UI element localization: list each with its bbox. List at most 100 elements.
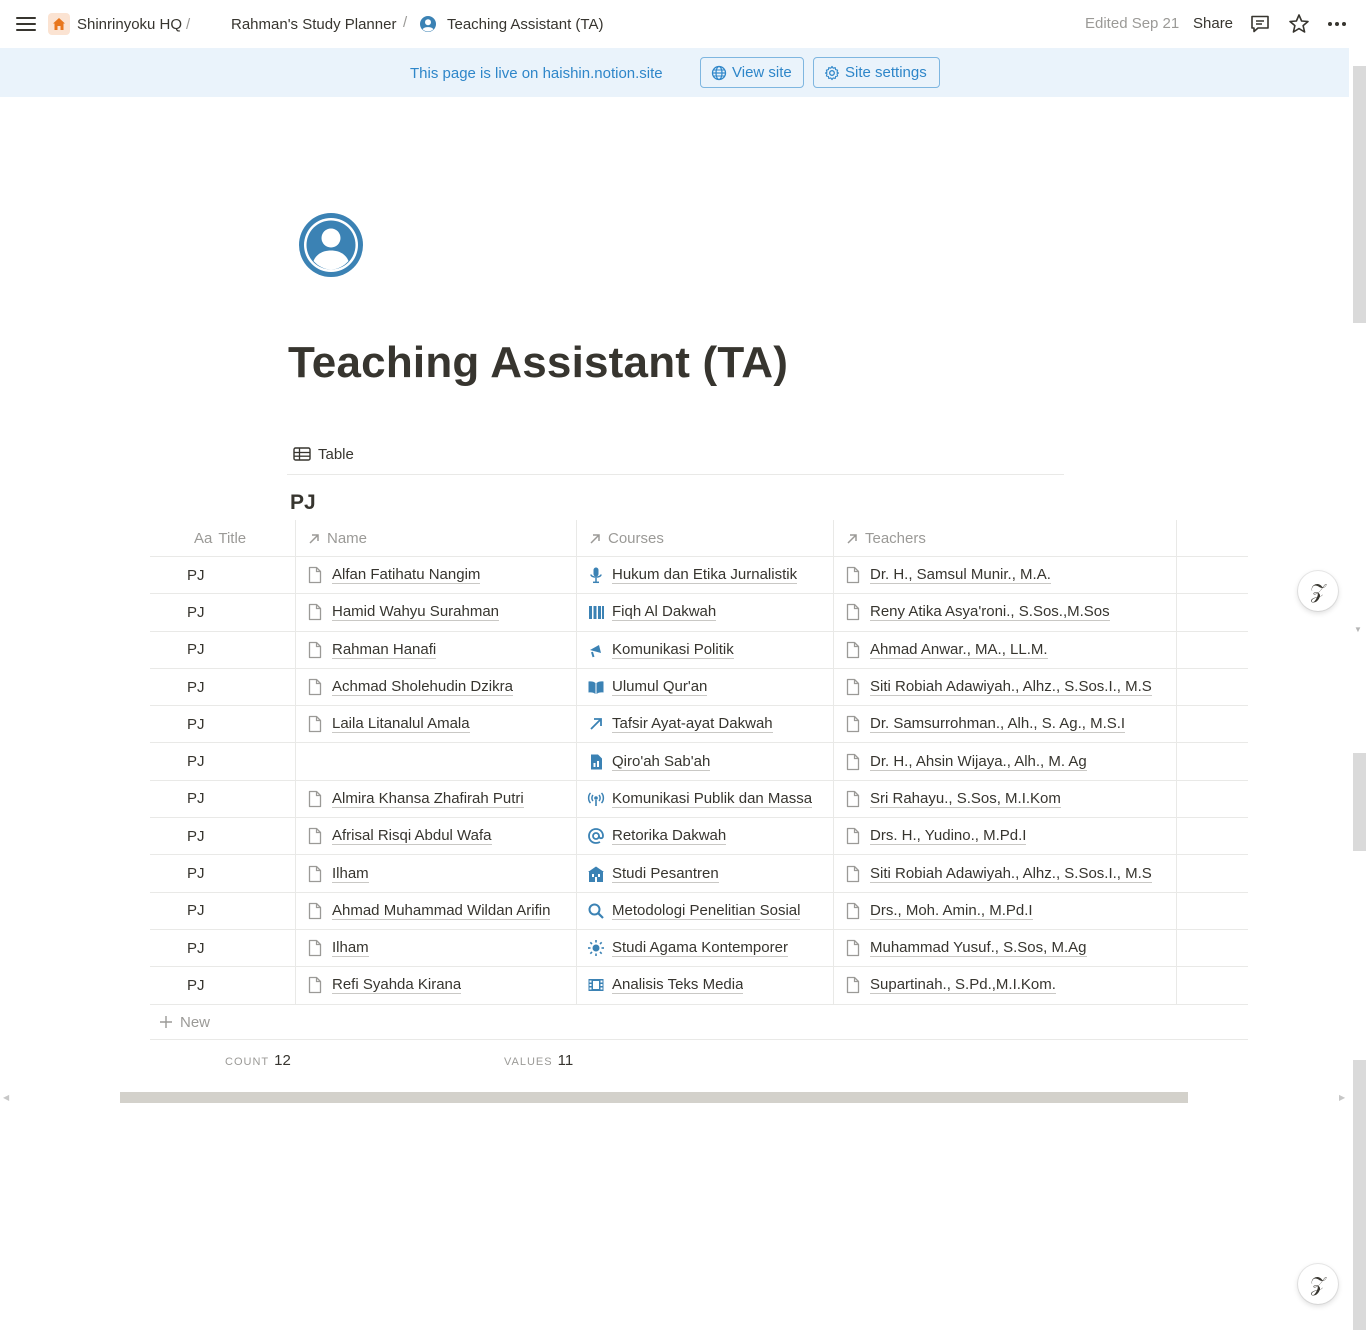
- relation-link-teacher[interactable]: Ahmad Anwar., MA., LL.M.: [870, 641, 1048, 659]
- new-row-button[interactable]: New: [159, 1014, 210, 1031]
- course-cell[interactable]: Komunikasi Publik dan Massa: [587, 781, 813, 817]
- share-button[interactable]: Share: [1193, 15, 1233, 32]
- course-cell[interactable]: Analisis Teks Media: [587, 967, 744, 1003]
- relation-link-course[interactable]: Retorika Dakwah: [612, 827, 727, 846]
- breadcrumb-current[interactable]: Teaching Assistant (TA): [419, 14, 603, 34]
- relation-link-name[interactable]: Refi Syahda Kirana: [332, 976, 462, 995]
- course-cell[interactable]: Studi Agama Kontemporer: [587, 930, 788, 966]
- course-cell[interactable]: Studi Pesantren: [587, 855, 719, 891]
- teacher-cell[interactable]: Siti Robiah Adawiyah., Alhz., S.Sos.I., …: [845, 855, 1152, 891]
- title-cell[interactable]: PJ: [187, 632, 205, 668]
- column-header-name[interactable]: Name: [307, 530, 367, 547]
- relation-link-name[interactable]: Ilham: [332, 939, 369, 958]
- teacher-cell[interactable]: Reny Atika Asya'roni., S.Sos.,M.Sos: [845, 594, 1110, 630]
- comment-icon[interactable]: [1249, 13, 1271, 35]
- relation-link-name[interactable]: Almira Khansa Zhafirah Putri: [332, 790, 524, 808]
- title-cell[interactable]: PJ: [187, 557, 205, 593]
- name-cell[interactable]: Ilham: [307, 930, 369, 966]
- title-cell[interactable]: PJ: [187, 594, 205, 630]
- relation-link-name[interactable]: Ilham: [332, 865, 369, 883]
- course-cell[interactable]: Retorika Dakwah: [587, 818, 727, 854]
- group-header[interactable]: PJ: [290, 491, 316, 515]
- course-cell[interactable]: Ulumul Qur'an: [587, 669, 708, 705]
- title-cell[interactable]: PJ: [187, 743, 205, 779]
- relation-link-teacher[interactable]: Siti Robiah Adawiyah., Alhz., S.Sos.I., …: [870, 865, 1152, 883]
- relation-link-course[interactable]: Ulumul Qur'an: [612, 678, 708, 697]
- name-cell[interactable]: Hamid Wahyu Surahman: [307, 594, 500, 630]
- relation-link-teacher[interactable]: Dr. H., Samsul Munir., M.A.: [870, 566, 1051, 585]
- view-site-button[interactable]: View site: [700, 57, 804, 88]
- page-title[interactable]: Teaching Assistant (TA): [288, 338, 788, 388]
- breadcrumb-planner[interactable]: Rahman's Study Planner: [231, 14, 396, 34]
- title-cell[interactable]: PJ: [187, 855, 205, 891]
- column-header-courses[interactable]: Courses: [588, 530, 664, 547]
- teacher-cell[interactable]: Drs., Moh. Amin., M.Pd.I: [845, 893, 1033, 929]
- relation-link-name[interactable]: Afrisal Risqi Abdul Wafa: [332, 827, 492, 846]
- teacher-cell[interactable]: Supartinah., S.Pd.,M.I.Kom.: [845, 967, 1056, 1003]
- title-cell[interactable]: PJ: [187, 967, 205, 1003]
- calculation-count[interactable]: COUNT 12: [225, 1052, 291, 1069]
- title-cell[interactable]: PJ: [187, 818, 205, 854]
- title-cell[interactable]: PJ: [187, 706, 205, 742]
- teacher-cell[interactable]: Ahmad Anwar., MA., LL.M.: [845, 632, 1048, 668]
- relation-link-teacher[interactable]: Dr. H., Ahsin Wijaya., Alh., M. Ag: [870, 753, 1087, 771]
- calculation-values[interactable]: VALUES 11: [504, 1052, 573, 1069]
- name-cell[interactable]: Refi Syahda Kirana: [307, 967, 462, 1003]
- helper-widget-button[interactable]: 𝒵: [1298, 571, 1338, 611]
- teacher-cell[interactable]: Siti Robiah Adawiyah., Alhz., S.Sos.I., …: [845, 669, 1152, 705]
- teacher-cell[interactable]: Muhammad Yusuf., S.Sos, M.Ag: [845, 930, 1087, 966]
- course-cell[interactable]: Metodologi Penelitian Sosial: [587, 893, 801, 929]
- name-cell[interactable]: Ilham: [307, 855, 369, 891]
- teacher-cell[interactable]: Dr. H., Samsul Munir., M.A.: [845, 557, 1051, 593]
- relation-link-name[interactable]: Laila Litanalul Amala: [332, 715, 470, 734]
- relation-link-course[interactable]: Komunikasi Publik dan Massa: [612, 790, 813, 808]
- course-cell[interactable]: Fiqh Al Dakwah: [587, 594, 717, 630]
- teacher-cell[interactable]: Sri Rahayu., S.Sos, M.I.Kom: [845, 781, 1061, 817]
- helper-widget-button[interactable]: 𝒵: [1298, 1264, 1338, 1304]
- name-cell[interactable]: Rahman Hanafi: [307, 632, 437, 668]
- relation-link-name[interactable]: Hamid Wahyu Surahman: [332, 603, 500, 622]
- title-cell[interactable]: PJ: [187, 669, 205, 705]
- name-cell[interactable]: Achmad Sholehudin Dzikra: [307, 669, 513, 705]
- user-circle-icon[interactable]: [298, 212, 364, 278]
- relation-link-teacher[interactable]: Dr. Samsurrohman., Alh., S. Ag., M.S.I: [870, 715, 1126, 734]
- relation-link-name[interactable]: Alfan Fatihatu Nangim: [332, 566, 481, 585]
- star-icon[interactable]: [1288, 13, 1310, 35]
- relation-link-course[interactable]: Qiro'ah Sab'ah: [612, 753, 711, 771]
- tab-table-view[interactable]: Table: [293, 444, 354, 464]
- column-header-teachers[interactable]: Teachers: [845, 530, 926, 547]
- breadcrumb-workspace[interactable]: Shinrinyoku HQ /: [48, 13, 190, 35]
- course-cell[interactable]: Komunikasi Politik: [587, 632, 734, 668]
- relation-link-teacher[interactable]: Siti Robiah Adawiyah., Alhz., S.Sos.I., …: [870, 678, 1152, 697]
- title-cell[interactable]: PJ: [187, 781, 205, 817]
- relation-link-course[interactable]: Studi Agama Kontemporer: [612, 939, 788, 958]
- vertical-scrollbar-thumb[interactable]: [1353, 1060, 1366, 1330]
- relation-link-teacher[interactable]: Drs., Moh. Amin., M.Pd.I: [870, 902, 1033, 920]
- site-settings-button[interactable]: Site settings: [813, 57, 940, 88]
- relation-link-course[interactable]: Tafsir Ayat-ayat Dakwah: [612, 715, 773, 734]
- teacher-cell[interactable]: Drs. H., Yudino., M.Pd.I: [845, 818, 1027, 854]
- menu-icon[interactable]: [16, 14, 36, 34]
- relation-link-teacher[interactable]: Supartinah., S.Pd.,M.I.Kom.: [870, 976, 1056, 995]
- scroll-right-arrow-icon[interactable]: ▶: [1339, 1093, 1345, 1102]
- relation-link-teacher[interactable]: Muhammad Yusuf., S.Sos, M.Ag: [870, 939, 1087, 958]
- scroll-down-arrow-icon[interactable]: ▼: [1354, 625, 1362, 634]
- relation-link-course[interactable]: Hukum dan Etika Jurnalistik: [612, 566, 798, 585]
- name-cell[interactable]: Ahmad Muhammad Wildan Arifin: [307, 893, 551, 929]
- name-cell[interactable]: Alfan Fatihatu Nangim: [307, 557, 481, 593]
- teacher-cell[interactable]: Dr. H., Ahsin Wijaya., Alh., M. Ag: [845, 743, 1087, 779]
- title-cell[interactable]: PJ: [187, 893, 205, 929]
- vertical-scrollbar-thumb[interactable]: [1353, 66, 1366, 323]
- name-cell[interactable]: Afrisal Risqi Abdul Wafa: [307, 818, 492, 854]
- more-icon[interactable]: [1326, 13, 1348, 35]
- horizontal-scrollbar[interactable]: [120, 1092, 1188, 1103]
- title-cell[interactable]: PJ: [187, 930, 205, 966]
- relation-link-teacher[interactable]: Reny Atika Asya'roni., S.Sos.,M.Sos: [870, 603, 1110, 622]
- course-cell[interactable]: Hukum dan Etika Jurnalistik: [587, 557, 798, 593]
- course-cell[interactable]: Qiro'ah Sab'ah: [587, 743, 711, 779]
- vertical-scrollbar-thumb[interactable]: [1353, 753, 1366, 851]
- relation-link-course[interactable]: Fiqh Al Dakwah: [612, 603, 717, 622]
- relation-link-course[interactable]: Analisis Teks Media: [612, 976, 744, 995]
- course-cell[interactable]: Tafsir Ayat-ayat Dakwah: [587, 706, 773, 742]
- relation-link-name[interactable]: Ahmad Muhammad Wildan Arifin: [332, 902, 551, 920]
